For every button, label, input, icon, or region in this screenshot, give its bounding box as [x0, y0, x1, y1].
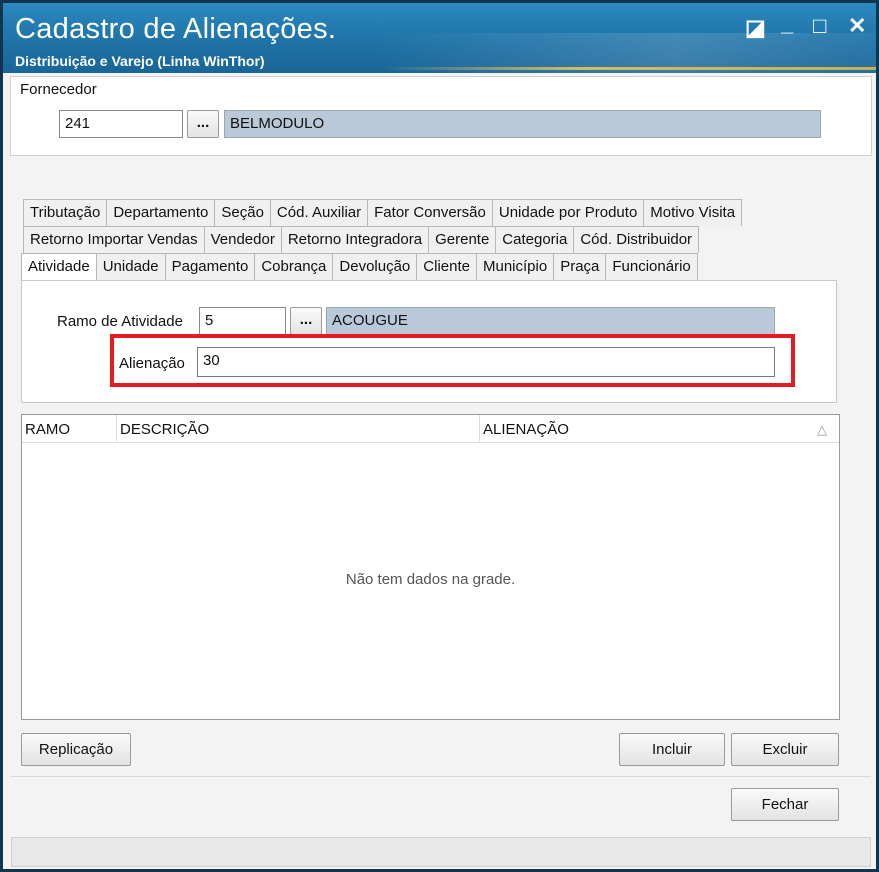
fornecedor-group: Fornecedor 241 ... BELMODULO: [10, 76, 872, 156]
tab-unidade[interactable]: Unidade: [95, 253, 166, 280]
tab-unidade-por-produto[interactable]: Unidade por Produto: [491, 199, 645, 226]
tab-motivo-visita[interactable]: Motivo Visita: [643, 199, 743, 226]
title-bar: Cadastro de Alienações. Distribuição e V…: [3, 3, 876, 73]
ramo-atividade-label: Ramo de Atividade: [57, 313, 183, 330]
tab-cliente[interactable]: Cliente: [416, 253, 477, 280]
status-bar: [11, 837, 871, 867]
close-icon[interactable]: ✕: [848, 13, 866, 39]
tab-secao[interactable]: Seção: [214, 199, 271, 226]
window-subtitle: Distribuição e Varejo (Linha WinThor): [15, 53, 265, 69]
tab-pagamento[interactable]: Pagamento: [164, 253, 256, 280]
grid-empty-message: Não tem dados na grade.: [345, 571, 516, 588]
window-title: Cadastro de Alienações.: [15, 13, 337, 45]
title-bar-accent-line: [383, 67, 876, 70]
tab-cod-auxiliar[interactable]: Cód. Auxiliar: [269, 199, 369, 226]
sort-arrow-icon[interactable]: △: [814, 415, 834, 443]
tab-row-3: Atividade Unidade Pagamento Cobrança Devoluç…: [21, 253, 698, 280]
tab-cobranca[interactable]: Cobrança: [254, 253, 334, 280]
app-window: Cadastro de Alienações. Distribuição e V…: [0, 0, 879, 872]
tab-cod-distribuidor[interactable]: Cód. Distribuidor: [573, 226, 700, 253]
highlight-box: [110, 334, 795, 387]
tab-vendedor[interactable]: Vendedor: [203, 226, 282, 253]
tab-tributacao[interactable]: Tributação: [23, 199, 108, 226]
excluir-button[interactable]: Excluir: [731, 733, 839, 766]
fechar-button[interactable]: Fechar: [731, 788, 839, 821]
replicacao-button[interactable]: Replicação: [21, 733, 131, 766]
column-header-descricao[interactable]: DESCRIÇÃO: [117, 415, 480, 443]
tab-row-2: Retorno Importar Vendas Vendedor Retorno I…: [23, 226, 700, 253]
incluir-button[interactable]: Incluir: [619, 733, 725, 766]
fornecedor-name-field: BELMODULO: [224, 110, 821, 138]
tab-departamento[interactable]: Departamento: [106, 199, 216, 226]
divider: [11, 776, 871, 777]
ramo-atividade-code-input[interactable]: 5: [199, 307, 286, 335]
tab-municipio[interactable]: Município: [475, 253, 555, 280]
tab-atividade[interactable]: Atividade: [21, 253, 97, 280]
maximize-icon[interactable]: □: [813, 13, 826, 39]
restore-icon[interactable]: ◪: [745, 15, 766, 41]
column-header-alienacao[interactable]: ALIENAÇÃO: [480, 415, 820, 443]
tab-retorno-importar-vendas[interactable]: Retorno Importar Vendas: [23, 226, 205, 253]
ramo-atividade-name-field: ACOUGUE: [326, 307, 775, 335]
minimize-icon[interactable]: _: [781, 11, 793, 37]
tab-devolucao[interactable]: Devolução: [332, 253, 418, 280]
tab-row-1: Tributação Departamento Seção Cód. Auxiliar…: [23, 199, 743, 226]
tab-categoria[interactable]: Categoria: [495, 226, 575, 253]
data-grid[interactable]: RAMO DESCRIÇÃO ALIENAÇÃO △ Não tem dados…: [21, 414, 840, 720]
ramo-lookup-button[interactable]: ...: [290, 307, 322, 335]
grid-header: RAMO DESCRIÇÃO ALIENAÇÃO △: [22, 415, 839, 443]
column-header-ramo[interactable]: RAMO: [22, 415, 117, 443]
fornecedor-label: Fornecedor: [20, 81, 97, 98]
fornecedor-lookup-button[interactable]: ...: [187, 110, 219, 138]
tab-funcionario[interactable]: Funcionário: [605, 253, 698, 280]
tab-fator-conversao[interactable]: Fator Conversão: [367, 199, 493, 226]
fornecedor-code-input[interactable]: 241: [59, 110, 183, 138]
tab-retorno-integradora[interactable]: Retorno Integradora: [280, 226, 430, 253]
tab-praca[interactable]: Praça: [553, 253, 607, 280]
tab-gerente[interactable]: Gerente: [428, 226, 497, 253]
